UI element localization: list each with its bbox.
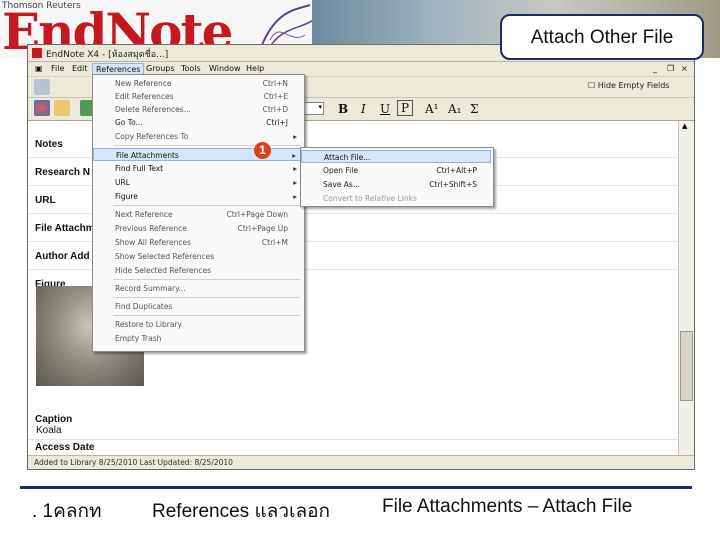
minimize-icon[interactable]: _: [650, 63, 660, 75]
file-attachments-submenu: Attach File... Open File Ctrl+Alt+P Save …: [300, 147, 494, 207]
italic-button[interactable]: I: [361, 102, 366, 116]
menu-item-find-full-text[interactable]: Find Full Text ▸: [93, 162, 302, 175]
instruction-step: . 1คลกท: [32, 501, 102, 522]
submenu-arrow-icon: ▸: [293, 178, 297, 187]
submenu-arrow-icon: ▸: [292, 151, 296, 160]
menu-item-hide-selected-references[interactable]: Hide Selected References: [93, 264, 302, 277]
menu-separator: [113, 297, 300, 298]
field-label-caption: Caption: [35, 414, 73, 425]
menu-file[interactable]: File: [48, 63, 67, 75]
menu-item-show-all-references[interactable]: Show All References Ctrl+M: [93, 236, 302, 249]
restore-icon[interactable]: ❐: [664, 63, 677, 75]
menu-item-show-selected-references[interactable]: Show Selected References: [93, 250, 302, 263]
menu-item-open-file[interactable]: Open File Ctrl+Alt+P: [301, 164, 491, 177]
menu-item-copy-references-to[interactable]: Copy References To ▸: [93, 130, 302, 143]
instruction-bar: . 1คลกท References แลวเลอก File Attachme…: [20, 492, 692, 536]
step-number-badge: 1: [254, 142, 271, 159]
vertical-scrollbar[interactable]: ▲: [678, 121, 694, 455]
folder-icon[interactable]: [54, 100, 70, 116]
bold-button[interactable]: B: [338, 102, 348, 116]
menu-separator: [113, 315, 300, 316]
globe-icon[interactable]: [34, 100, 50, 116]
subscript-button[interactable]: A₁: [448, 102, 461, 116]
submenu-arrow-icon: ▸: [293, 164, 297, 173]
app-icon: [32, 48, 42, 58]
divider: [28, 439, 678, 440]
menu-separator: [113, 205, 300, 206]
menu-item-next-reference[interactable]: Next Reference Ctrl+Page Down: [93, 208, 302, 221]
menu-separator: [113, 279, 300, 280]
field-label-access-date: Access Date: [35, 442, 95, 453]
status-bar: Added to Library 8/25/2010 Last Updated:…: [28, 455, 694, 469]
submenu-arrow-icon: ▸: [293, 192, 297, 201]
field-label-research-notes: Research N: [35, 167, 91, 178]
menu-item-convert-to-relative-links[interactable]: Convert to Relative Links: [301, 192, 491, 205]
menu-item-new-reference[interactable]: New Reference Ctrl+N: [93, 77, 302, 90]
menu-item-previous-reference[interactable]: Previous Reference Ctrl+Page Up: [93, 222, 302, 235]
menu-item-find-duplicates[interactable]: Find Duplicates: [93, 300, 302, 313]
divider-rule: [20, 486, 692, 489]
checkbox-icon: ☐: [588, 81, 598, 90]
menu-item-save-as[interactable]: Save As... Ctrl+Shift+S: [301, 178, 491, 191]
references-menu: New Reference Ctrl+N Edit References Ctrl+…: [92, 74, 305, 352]
close-icon[interactable]: ×: [678, 63, 691, 75]
menu-separator: [113, 145, 300, 146]
menu-item-url[interactable]: URL ▸: [93, 176, 302, 189]
caption-field[interactable]: Koala: [36, 425, 62, 436]
menu-item-edit-references[interactable]: Edit References Ctrl+E: [93, 90, 302, 103]
back-icon[interactable]: [34, 79, 50, 95]
instruction-path: File Attachments – Attach File: [382, 496, 633, 517]
menu-item-restore-to-library[interactable]: Restore to Library: [93, 318, 302, 331]
menu-item-go-to[interactable]: Go To... Ctrl+J: [93, 116, 302, 129]
slide-title-callout: Attach Other File: [500, 14, 704, 60]
field-label-url: URL: [35, 195, 56, 206]
field-label-author-address: Author Add: [35, 251, 90, 262]
menu-doc-icon[interactable]: ▣: [32, 63, 46, 75]
menu-item-delete-references[interactable]: Delete References... Ctrl+D: [93, 103, 302, 116]
endnote-window: EndNote X4 - [ห้องสมุดชื่อ...] ▣ File Ed…: [27, 44, 695, 470]
window-title: EndNote X4 - [ห้องสมุดชื่อ...]: [46, 50, 169, 60]
superscript-button[interactable]: A¹: [425, 102, 438, 116]
menu-edit[interactable]: Edit: [69, 63, 91, 75]
menu-item-record-summary[interactable]: Record Summary...: [93, 282, 302, 295]
instruction-menu: References แลวเลอก: [152, 501, 331, 522]
menu-item-figure[interactable]: Figure ▸: [93, 190, 302, 203]
status-text: Added to Library 8/25/2010 Last Updated:…: [34, 458, 233, 467]
menu-item-attach-file[interactable]: Attach File...: [301, 150, 491, 163]
chevron-down-icon: ▾: [318, 103, 322, 111]
field-label-notes: Notes: [35, 139, 63, 150]
hide-empty-fields-button[interactable]: ☐ Hide Empty Fields: [588, 81, 669, 90]
underline-button[interactable]: U: [380, 102, 390, 116]
scroll-up-icon[interactable]: ▲: [682, 122, 687, 130]
field-label-file-attachments: File Attachm: [35, 223, 95, 234]
menu-item-empty-trash[interactable]: Empty Trash: [93, 332, 302, 345]
plain-button[interactable]: P: [397, 100, 414, 116]
submenu-arrow-icon: ▸: [293, 132, 297, 141]
symbol-button[interactable]: Σ: [470, 102, 478, 116]
scrollbar-thumb[interactable]: [680, 331, 693, 401]
